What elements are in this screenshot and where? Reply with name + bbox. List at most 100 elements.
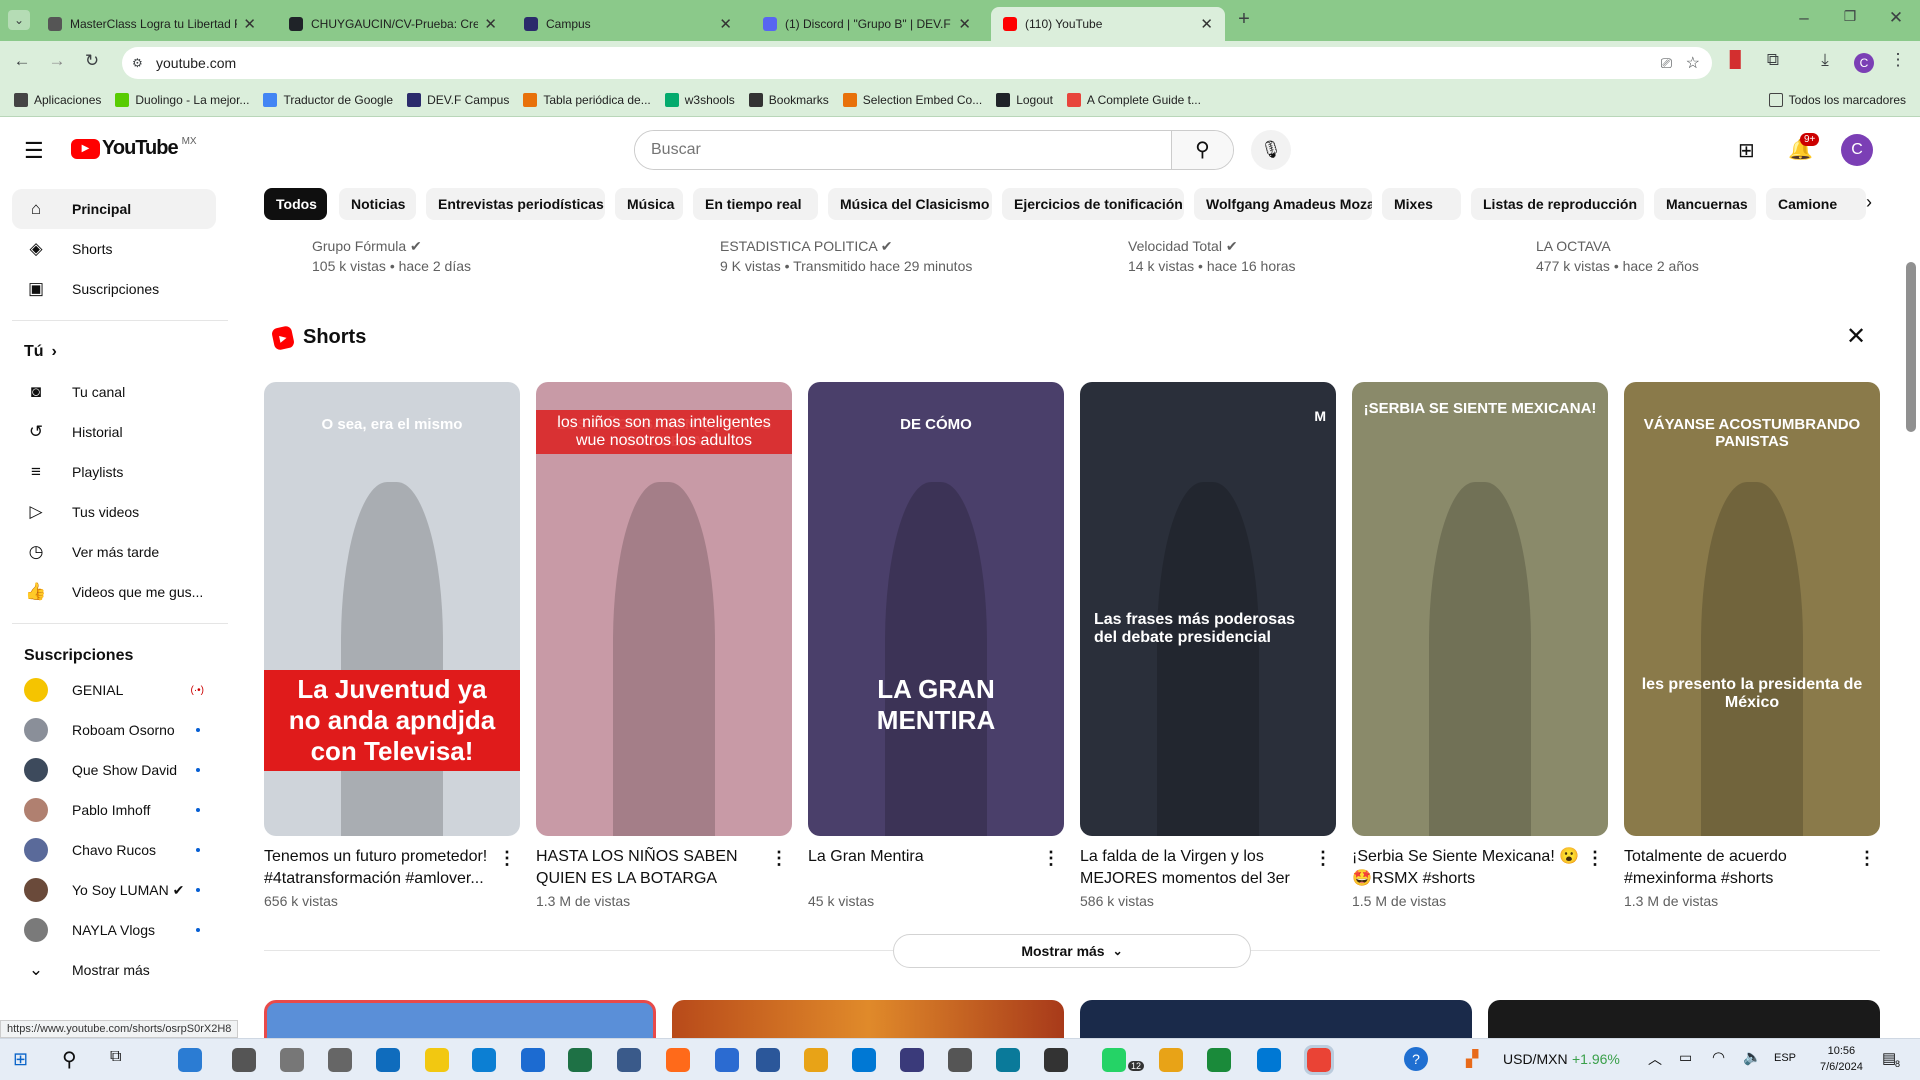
currency-pair[interactable]: USD/MXN bbox=[1503, 1051, 1568, 1067]
settings-icon[interactable] bbox=[328, 1048, 352, 1072]
channel-name[interactable]: LA OCTAVA bbox=[1536, 238, 1611, 254]
pdf-extension-icon[interactable]: ▉ bbox=[1724, 50, 1748, 70]
short-card[interactable]: DE CÓMO LA GRAN MENTIRA La Gran Mentira 45 … bbox=[808, 382, 1064, 909]
more-actions-icon[interactable]: ⋮ bbox=[1586, 848, 1604, 869]
all-bookmarks[interactable]: Todos los marcadores bbox=[1768, 92, 1906, 107]
bookmark-item[interactable]: Aplicaciones bbox=[14, 92, 101, 107]
meet-now-icon[interactable]: ▭ bbox=[1679, 1049, 1692, 1066]
channel-name[interactable]: Grupo Fórmula ✔ bbox=[312, 238, 422, 255]
terminal-icon[interactable] bbox=[1044, 1048, 1068, 1072]
sidebar-item-you[interactable]: ≡ Playlists bbox=[12, 452, 216, 492]
store-icon[interactable] bbox=[178, 1048, 202, 1072]
dismiss-shorts-icon[interactable]: ✕ bbox=[1846, 322, 1866, 351]
calculator-icon[interactable] bbox=[756, 1048, 780, 1072]
filter-chip[interactable]: En tiempo real bbox=[693, 188, 818, 220]
filter-chip[interactable]: Camione bbox=[1766, 188, 1866, 220]
close-tab-icon[interactable]: ✕ bbox=[1200, 15, 1213, 33]
internet-explorer-icon[interactable] bbox=[568, 1048, 592, 1072]
photos-icon[interactable] bbox=[472, 1048, 496, 1072]
downloads-icon[interactable]: ⤓ bbox=[1813, 50, 1837, 70]
firefox-icon[interactable] bbox=[715, 1048, 739, 1072]
new-tab-button[interactable]: + bbox=[1232, 8, 1256, 31]
short-title[interactable]: Totalmente de acuerdo #mexinforma #short… bbox=[1624, 846, 1880, 890]
short-card[interactable]: LOS NIÑOS SABEN QUIEN ES LA BUENAlos niñ… bbox=[536, 382, 792, 909]
subscription-item[interactable]: Yo Soy LUMAN ✔ bbox=[12, 870, 216, 910]
chrome-icon[interactable] bbox=[1304, 1045, 1334, 1075]
sidebar-item-you[interactable]: ◙ Tu canal bbox=[12, 372, 216, 412]
short-card[interactable]: ¡SERBIA SE SIENTE MEXICANA! ¡Serbia Se Si… bbox=[1352, 382, 1608, 909]
chips-next-icon[interactable]: › bbox=[1866, 192, 1872, 213]
short-card[interactable]: VÁYANSE ACOSTUMBRANDO PANISTAS les presen… bbox=[1624, 382, 1880, 909]
help-icon[interactable]: ? bbox=[1404, 1047, 1428, 1071]
sidebar-item-you[interactable]: ▷ Tus videos bbox=[12, 492, 216, 532]
video-thumbnail[interactable] bbox=[672, 1000, 1064, 1038]
volume-icon[interactable]: 🔈 bbox=[1743, 1048, 1762, 1066]
short-card[interactable]: O sea, era el mismo La Juventud ya no and… bbox=[264, 382, 520, 909]
file-explorer-icon[interactable] bbox=[852, 1048, 876, 1072]
sidebar-you-header[interactable]: Tú › bbox=[12, 332, 216, 372]
browser-menu-icon[interactable]: ⋮ bbox=[1886, 50, 1910, 70]
channel-name[interactable]: Velocidad Total ✔ bbox=[1128, 238, 1238, 255]
filter-chip[interactable]: Entrevistas periodísticas bbox=[426, 188, 605, 220]
maximize-button[interactable]: ❐ bbox=[1838, 8, 1862, 25]
bookmark-star-icon[interactable]: ☆ bbox=[1686, 53, 1700, 73]
sidebar-item-shorts[interactable]: ◈ Shorts bbox=[12, 229, 216, 269]
tab-search-icon[interactable]: ⌄ bbox=[8, 10, 30, 30]
more-actions-icon[interactable]: ⋮ bbox=[498, 848, 516, 869]
short-thumbnail[interactable]: DE CÓMO LA GRAN MENTIRA bbox=[808, 382, 1064, 836]
filter-chip[interactable]: Todos bbox=[264, 188, 327, 220]
bookmark-item[interactable]: Duolingo - La mejor... bbox=[115, 92, 249, 107]
voice-search-button[interactable]: 🎙 bbox=[1251, 130, 1291, 170]
vscode-icon[interactable] bbox=[1257, 1048, 1281, 1072]
short-title[interactable]: ¡Serbia Se Siente Mexicana! 😮🤩RSMX #shor… bbox=[1352, 846, 1608, 890]
more-actions-icon[interactable]: ⋮ bbox=[1314, 848, 1332, 869]
filter-chip[interactable]: Ejercicios de tonificación bbox=[1002, 188, 1184, 220]
windows-start-icon[interactable]: ⊞ bbox=[13, 1049, 28, 1070]
video-thumbnail[interactable] bbox=[264, 1000, 656, 1038]
remote-desktop-icon[interactable] bbox=[996, 1048, 1020, 1072]
task-view-icon[interactable]: ⧉ bbox=[110, 1048, 121, 1066]
search-button[interactable]: ⚲ bbox=[1171, 131, 1233, 169]
back-icon[interactable]: ← bbox=[10, 51, 34, 71]
scrollbar-thumb[interactable] bbox=[1906, 262, 1916, 432]
guide-menu-icon[interactable]: ☰ bbox=[24, 138, 44, 164]
bookmark-item[interactable]: Logout bbox=[996, 92, 1053, 107]
bookmark-item[interactable]: DEV.F Campus bbox=[407, 92, 509, 107]
wind-app-icon[interactable] bbox=[280, 1048, 304, 1072]
reload-icon[interactable]: ↻ bbox=[80, 51, 104, 71]
filter-chip[interactable]: Noticias bbox=[339, 188, 416, 220]
short-thumbnail[interactable]: LOS NIÑOS SABEN QUIEN ES LA BUENAlos niñ… bbox=[536, 382, 792, 836]
whatsapp-icon[interactable] bbox=[1102, 1048, 1126, 1072]
upwork-icon[interactable] bbox=[1207, 1048, 1231, 1072]
subscription-item[interactable]: Que Show David bbox=[12, 750, 216, 790]
folder-icon[interactable] bbox=[232, 1048, 256, 1072]
short-title[interactable]: La falda de la Virgen y los MEJORES mome… bbox=[1080, 846, 1336, 890]
short-thumbnail[interactable]: ¡SERBIA SE SIENTE MEXICANA! bbox=[1352, 382, 1608, 836]
browser-tab[interactable]: (110) YouTube ✕ bbox=[991, 7, 1225, 41]
subscription-item[interactable]: Roboam Osorno bbox=[12, 710, 216, 750]
sidebar-item-you[interactable]: 👍 Videos que me gus... bbox=[12, 572, 216, 612]
edge-icon[interactable] bbox=[521, 1048, 545, 1072]
search-icon[interactable]: ⚲ bbox=[62, 1047, 77, 1072]
bookmark-item[interactable]: w3shools bbox=[664, 92, 735, 107]
short-title[interactable]: HASTA LOS NIÑOS SABEN QUIEN ES LA BOTARG… bbox=[536, 846, 792, 890]
sticky-notes-icon[interactable] bbox=[425, 1048, 449, 1072]
excel-icon[interactable] bbox=[617, 1048, 641, 1072]
onedrive-icon[interactable] bbox=[900, 1048, 924, 1072]
more-actions-icon[interactable]: ⋮ bbox=[1042, 848, 1060, 869]
chrome-beta-icon[interactable] bbox=[1159, 1048, 1183, 1072]
sidebar-item-you[interactable]: ◷ Ver más tarde bbox=[12, 532, 216, 572]
short-card[interactable]: M Las frases más poderosas del debate pre… bbox=[1080, 382, 1336, 909]
sidebar-item-you[interactable]: ↺ Historial bbox=[12, 412, 216, 452]
short-title[interactable]: Tenemos un futuro prometedor! #4tatransf… bbox=[264, 846, 520, 890]
outlook-icon[interactable] bbox=[376, 1048, 400, 1072]
bookmark-item[interactable]: A Complete Guide t... bbox=[1066, 92, 1201, 107]
filter-chip[interactable]: Wolfgang Amadeus Mozart bbox=[1194, 188, 1372, 220]
sidebar-item-principal[interactable]: ⌂ Principal bbox=[12, 189, 216, 229]
show-more-subscriptions[interactable]: ⌄ Mostrar más bbox=[12, 950, 216, 990]
clock[interactable]: 10:56 7/6/2024 bbox=[1820, 1043, 1863, 1075]
word-icon[interactable] bbox=[804, 1048, 828, 1072]
browser-tab[interactable]: (1) Discord | "Grupo B" | DEV.F ✕ bbox=[751, 7, 983, 41]
profile-avatar[interactable]: C bbox=[1854, 53, 1874, 73]
minimize-button[interactable]: – bbox=[1792, 8, 1816, 28]
